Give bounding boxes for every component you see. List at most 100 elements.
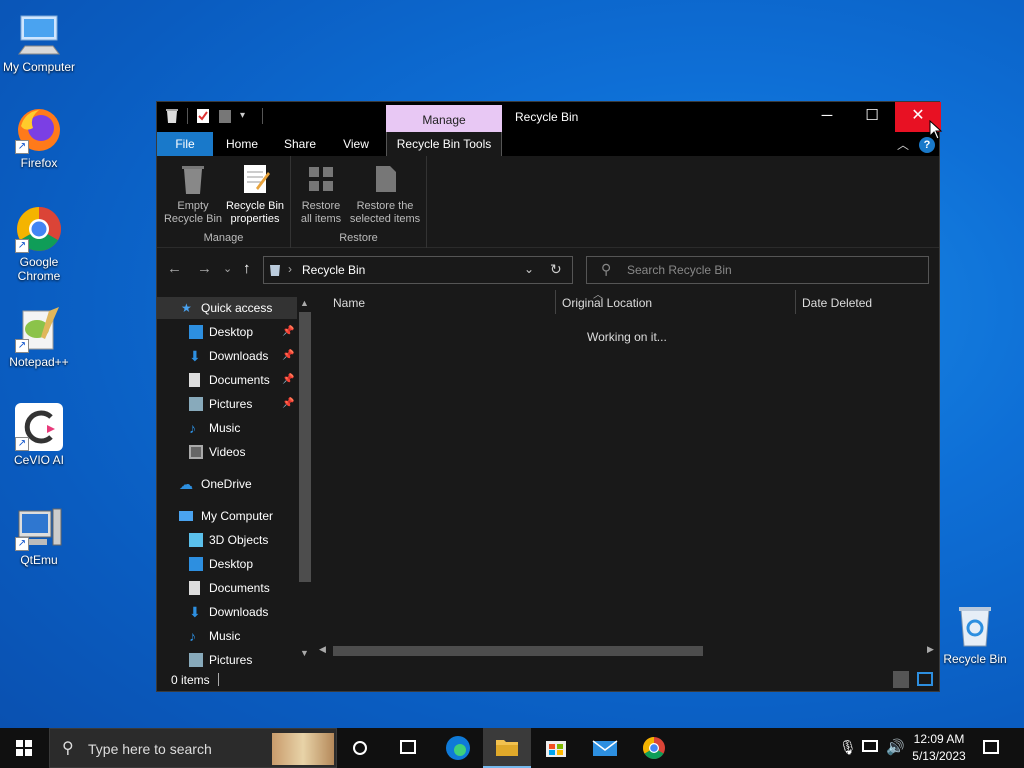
refresh-icon[interactable]: ↻ — [550, 261, 562, 278]
forward-arrow-icon[interactable]: → — [197, 260, 212, 277]
tab-share[interactable]: Share — [275, 132, 325, 156]
store-bag-icon — [546, 741, 566, 757]
collapse-ribbon-icon[interactable]: ︿ — [897, 136, 909, 153]
properties-check-icon[interactable] — [196, 108, 210, 124]
desktop-icon-label: QtEmu — [20, 553, 58, 567]
volume-icon[interactable]: 🔊 — [886, 738, 905, 756]
empty-recycle-bin-button[interactable]: Empty Recycle Bin — [163, 162, 223, 226]
address-dropdown-chevron-icon[interactable]: ⌄ — [524, 262, 534, 276]
nav-item-desktop-pc[interactable]: Desktop — [157, 553, 297, 575]
scrollbar-thumb[interactable] — [333, 646, 703, 656]
restore-selected-items-button[interactable]: Restore the selected items — [345, 162, 425, 226]
search-box[interactable]: ⚲ Search Recycle Bin — [586, 256, 929, 284]
mail-envelope-icon — [592, 740, 618, 756]
nav-item-videos[interactable]: Videos — [157, 441, 297, 463]
nav-label: Documents — [209, 581, 270, 595]
column-separator[interactable] — [555, 290, 556, 314]
scroll-up-arrow-icon[interactable]: ▲ — [300, 298, 309, 308]
nav-item-desktop[interactable]: Desktop 📌 — [157, 321, 297, 343]
nav-label: Pictures — [209, 653, 253, 667]
up-arrow-icon[interactable]: ↑ — [243, 260, 251, 277]
desktop-icon-recycle-bin[interactable]: Recycle Bin — [936, 602, 1014, 666]
scroll-right-arrow-icon[interactable]: ▶ — [927, 644, 934, 655]
desktop-icon-notepadpp[interactable]: ↗ Notepad++ — [0, 305, 78, 369]
taskbar-edge[interactable] — [434, 728, 482, 768]
nav-item-pictures[interactable]: Pictures 📌 — [157, 393, 297, 415]
nav-item-downloads-pc[interactable]: ⬇ Downloads — [157, 601, 297, 623]
details-view-icon[interactable] — [893, 671, 909, 688]
separator — [262, 108, 263, 124]
nav-item-documents[interactable]: Documents 📌 — [157, 369, 297, 391]
breadcrumb-recycle-bin[interactable]: Recycle Bin — [302, 263, 365, 277]
column-name[interactable]: Name — [333, 296, 365, 310]
microphone-icon[interactable]: 🎙 — [839, 739, 857, 756]
taskbar-mail[interactable] — [581, 728, 629, 768]
desktop-icon-label: Firefox — [20, 156, 58, 170]
back-arrow-icon[interactable]: ← — [167, 260, 182, 277]
properties-icon — [238, 162, 272, 196]
search-highlight-illustration-icon — [272, 733, 334, 765]
cortana-button[interactable] — [336, 728, 384, 768]
nav-item-pictures-pc[interactable]: Pictures — [157, 649, 297, 670]
minimize-button[interactable]: ─ — [804, 102, 850, 132]
video-film-icon — [189, 445, 203, 459]
desktop-icon-qtemu[interactable]: ↗ QtEmu — [0, 503, 78, 567]
nav-label: My Computer — [201, 509, 274, 523]
task-view-button[interactable] — [384, 728, 432, 768]
desktop-icon-my-computer[interactable]: My Computer — [0, 10, 78, 74]
nav-item-music[interactable]: ♪ Music — [157, 417, 297, 439]
contextual-tab-manage[interactable]: Manage — [386, 105, 502, 132]
restore-selected-icon — [368, 162, 402, 196]
scrollbar-thumb[interactable] — [299, 312, 311, 582]
file-list-view: ︿ Name Original Location Date Deleted Wo… — [315, 290, 939, 670]
large-icons-view-icon[interactable] — [917, 672, 933, 686]
scroll-down-arrow-icon[interactable]: ▼ — [300, 648, 309, 658]
scroll-left-arrow-icon[interactable]: ◀ — [319, 644, 326, 655]
tab-home[interactable]: Home — [217, 132, 267, 156]
nav-item-quick-access[interactable]: ★ Quick access — [157, 297, 297, 319]
tab-view[interactable]: View — [331, 132, 381, 156]
taskbar-file-explorer[interactable] — [483, 728, 531, 768]
address-box[interactable]: › Recycle Bin ⌄ ↻ — [263, 256, 573, 284]
taskbar-search-box[interactable]: ⚲ Type here to search — [49, 728, 337, 768]
nav-label: OneDrive — [201, 477, 252, 491]
column-separator[interactable] — [795, 290, 796, 314]
tab-recycle-bin-tools[interactable]: Recycle Bin Tools — [386, 132, 502, 156]
action-center-icon[interactable] — [983, 740, 999, 754]
desktop-icon-firefox[interactable]: ↗ Firefox — [0, 106, 78, 170]
column-date-deleted[interactable]: Date Deleted — [802, 296, 872, 310]
taskbar-store[interactable] — [532, 728, 580, 768]
ribbon-group-restore: Restore all items Restore the selected i… — [291, 156, 427, 248]
nav-item-downloads[interactable]: ⬇ Downloads 📌 — [157, 345, 297, 367]
desktop-icon-cevio[interactable]: ↗ CeVIO AI — [0, 403, 78, 467]
horizontal-scrollbar[interactable]: ◀ ▶ — [315, 644, 939, 658]
button-label-line1: Restore the — [356, 200, 414, 212]
column-original-location[interactable]: Original Location — [562, 296, 652, 310]
tab-file[interactable]: File — [157, 132, 213, 156]
nav-item-onedrive[interactable]: ☁ OneDrive — [157, 473, 297, 495]
nav-item-3d-objects[interactable]: 3D Objects — [157, 529, 297, 551]
start-button[interactable] — [0, 728, 48, 768]
button-label-line2: properties — [230, 213, 280, 225]
cloud-icon: ☁ — [179, 476, 193, 492]
recent-locations-chevron-icon[interactable]: ⌄ — [223, 262, 232, 275]
desktop-icon-chrome[interactable]: ↗ Google Chrome — [0, 205, 78, 283]
restore-all-items-button[interactable]: Restore all items — [295, 162, 347, 226]
nav-item-documents-pc[interactable]: Documents — [157, 577, 297, 599]
breadcrumb-separator: › — [288, 262, 292, 276]
recycle-bin-properties-button[interactable]: Recycle Bin properties — [223, 162, 287, 226]
system-clock[interactable]: 12:09 AM 5/13/2023 — [905, 731, 973, 765]
search-icon: ⚲ — [601, 261, 612, 277]
nav-pane-scrollbar[interactable]: ▲ ▼ — [297, 298, 313, 658]
network-icon[interactable] — [862, 740, 878, 752]
taskbar-chrome[interactable] — [630, 728, 678, 768]
new-folder-icon[interactable] — [218, 108, 232, 124]
nav-label: Music — [209, 629, 241, 643]
nav-item-music-pc[interactable]: ♪ Music — [157, 625, 297, 647]
desktop-icon-label: My Computer — [2, 60, 76, 74]
maximize-button[interactable]: ☐ — [849, 102, 895, 132]
customize-qat-icon[interactable]: ▾ — [240, 108, 254, 124]
recycle-bin-icon — [951, 602, 999, 650]
search-placeholder: Type here to search — [88, 741, 212, 757]
nav-item-my-computer[interactable]: My Computer — [157, 505, 297, 527]
